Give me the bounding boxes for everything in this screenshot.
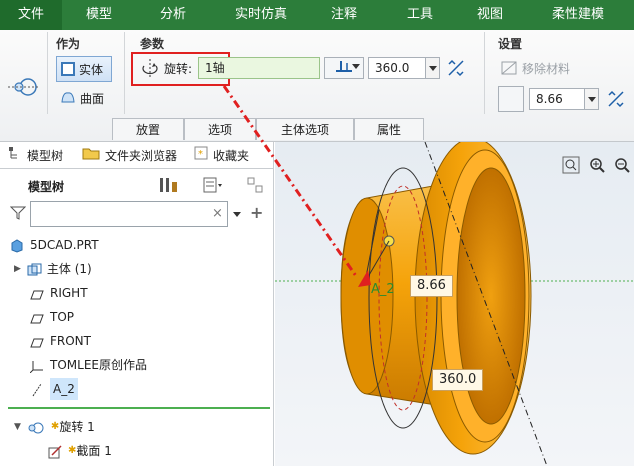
surface-icon — [60, 90, 76, 107]
tab-model-tree-label: 模型树 — [27, 149, 64, 163]
coordinate-system-icon — [29, 358, 44, 374]
tree-settings-icon[interactable] — [158, 176, 180, 194]
tree-item-section[interactable]: ✱ 截面 1 — [48, 440, 112, 462]
menu-simulation[interactable]: 实时仿真 — [222, 0, 300, 30]
tree-item-label: A_2 — [50, 378, 78, 400]
clear-search-icon[interactable]: × — [212, 206, 223, 221]
tree-item-label: 旋转 1 — [59, 420, 95, 434]
new-feature-marker: ✱ — [68, 445, 77, 456]
angle-dropdown[interactable] — [426, 57, 440, 79]
collapse-icon[interactable]: ▼ — [14, 416, 21, 438]
tree-item-top[interactable]: TOP — [30, 306, 74, 328]
new-feature-marker: ✱ — [50, 421, 60, 432]
direction-dropdown[interactable] — [352, 64, 360, 69]
tree-icon — [8, 144, 22, 168]
rotate-label: 旋转: — [164, 62, 193, 76]
revolve-feature-icon — [8, 74, 40, 100]
menu-tools[interactable]: 工具 — [392, 0, 448, 30]
dimension-thickness[interactable]: 8.66 — [410, 275, 453, 297]
axis-label: A_2 — [371, 282, 395, 297]
tab-model-tree[interactable]: 模型树 — [8, 144, 63, 168]
thicken-button[interactable] — [498, 86, 524, 112]
menu-bar: 文件 模型 分析 实时仿真 注释 工具 视图 柔性建模 — [0, 0, 634, 30]
tree-search-input[interactable] — [30, 201, 228, 227]
tab-favorites-label: 收藏夹 — [213, 149, 250, 163]
datum-plane-icon — [30, 286, 44, 300]
menu-analysis[interactable]: 分析 — [142, 0, 204, 30]
thickness-field[interactable]: 8.66 — [529, 88, 585, 110]
tab-folder-browser[interactable]: 文件夹浏览器 — [82, 144, 177, 168]
expand-icon[interactable]: ▶ — [14, 258, 21, 280]
menu-flexible-modeling[interactable]: 柔性建模 — [530, 0, 626, 30]
tab-body-options[interactable]: 主体选项 — [256, 118, 354, 140]
insert-indicator — [8, 407, 270, 409]
sketch-icon — [48, 444, 62, 459]
filter-icon[interactable] — [9, 206, 27, 220]
menu-file[interactable]: 文件 — [0, 0, 62, 30]
tree-item-label: 主体 (1) — [46, 262, 92, 276]
tree-item-label: FRONT — [50, 334, 91, 348]
zoom-in-icon[interactable] — [587, 155, 607, 175]
tab-favorites[interactable]: * 收藏夹 — [194, 144, 249, 168]
tree-item-label: TOMLEE原创作品 — [50, 358, 147, 372]
surface-button[interactable]: 曲面 — [60, 90, 104, 107]
tree-item-label: TOP — [50, 310, 75, 324]
datum-plane-icon — [30, 334, 44, 348]
datum-plane-icon — [30, 310, 44, 324]
group-title-shezhi: 设置 — [498, 37, 523, 51]
datum-axis-icon — [30, 382, 44, 397]
tree-item-front[interactable]: FRONT — [30, 330, 91, 352]
search-dropdown-icon[interactable] — [233, 212, 241, 217]
tab-folder-browser-label: 文件夹浏览器 — [105, 149, 178, 163]
remove-material-label: 移除材料 — [522, 62, 571, 76]
tree-title: 模型树 — [28, 180, 65, 194]
group-title-zuowei: 作为 — [56, 37, 81, 51]
thickness-flip-icon[interactable] — [606, 89, 626, 109]
tree-item-right[interactable]: RIGHT — [30, 282, 88, 304]
favorites-icon: * — [194, 144, 208, 168]
tree-item-label: 截面 1 — [76, 444, 112, 458]
tree-item-label: 5DCAD.PRT — [30, 238, 99, 252]
tree-item-csys[interactable]: TOMLEE原创作品 — [29, 354, 147, 376]
tab-properties[interactable]: 属性 — [354, 118, 424, 140]
folder-icon — [82, 144, 100, 168]
tab-options[interactable]: 选项 — [184, 118, 256, 140]
body-icon — [27, 262, 42, 276]
tree-filter-toggle-icon[interactable] — [246, 176, 266, 194]
zoom-out-icon[interactable] — [612, 155, 632, 175]
solid-icon — [61, 62, 75, 76]
add-filter-icon[interactable]: + — [250, 203, 263, 222]
angle-direction-icon — [334, 59, 354, 78]
tab-placement[interactable]: 放置 — [112, 118, 184, 140]
menu-view[interactable]: 视图 — [462, 0, 518, 30]
solid-button[interactable]: 实体 — [56, 56, 112, 82]
thickness-dropdown[interactable] — [585, 88, 599, 110]
part-icon — [10, 238, 24, 253]
remove-material-button[interactable]: 移除材料 — [500, 58, 570, 79]
tree-item-body[interactable]: ▶ 主体 (1) — [14, 258, 92, 280]
rotation-axis-field[interactable]: 1轴 — [198, 57, 320, 79]
graphics-viewport[interactable]: A_2 8.66 360.0 — [275, 142, 634, 466]
remove-material-icon — [500, 58, 518, 79]
group-title-canshu: 参数 — [140, 37, 165, 51]
zoom-fit-icon[interactable] — [561, 155, 581, 175]
revolve-icon — [27, 420, 45, 434]
flip-side-icon[interactable] — [446, 58, 466, 78]
tree-item-revolve[interactable]: ▼ ✱ 旋转 1 — [14, 416, 95, 438]
part-model — [275, 142, 634, 466]
solid-label: 实体 — [79, 62, 104, 77]
tree-item-part[interactable]: 5DCAD.PRT — [10, 234, 99, 256]
svg-text:*: * — [198, 149, 203, 160]
rotate-axis-icon — [141, 58, 159, 78]
dimension-angle[interactable]: 360.0 — [432, 369, 484, 391]
tree-item-label: RIGHT — [50, 286, 88, 300]
show-dropdown-icon[interactable] — [202, 176, 224, 194]
menu-model[interactable]: 模型 — [68, 0, 130, 30]
tree-item-axis[interactable]: A_2 — [30, 378, 78, 400]
surface-label: 曲面 — [80, 92, 105, 106]
menu-annotate[interactable]: 注释 — [316, 0, 372, 30]
angle-field[interactable]: 360.0 — [368, 57, 426, 79]
